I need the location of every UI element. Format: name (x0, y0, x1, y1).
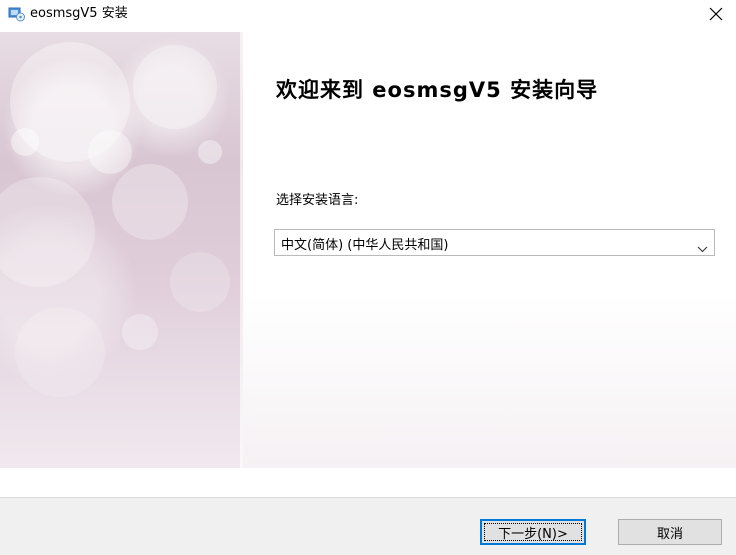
next-button[interactable]: 下一步(N)> (480, 519, 586, 545)
installer-window: eosmsgV5 安装 欢迎来到 eosmsgV5 安装向导 选择安装语言: 中… (0, 0, 736, 555)
page-title: 欢迎来到 eosmsgV5 安装向导 (276, 78, 599, 102)
close-icon (709, 6, 723, 25)
window-title: eosmsgV5 安装 (30, 6, 128, 21)
title-bar: eosmsgV5 安装 (0, 0, 736, 32)
button-bar: 下一步(N)> 取消 (0, 497, 736, 555)
cancel-button[interactable]: 取消 (618, 519, 722, 545)
cancel-button-label: 取消 (656, 526, 683, 542)
welcome-content: 欢迎来到 eosmsgV5 安装向导 选择安装语言: 中文(简体) (中华人民共… (243, 32, 736, 468)
next-button-label: 下一步(N)> (498, 526, 568, 542)
language-label: 选择安装语言: (276, 193, 359, 208)
close-button[interactable] (696, 0, 736, 30)
language-select[interactable]: 中文(简体) (中华人民共和国) (274, 229, 715, 256)
side-banner-image (0, 32, 243, 468)
chevron-down-icon (697, 238, 708, 257)
installer-icon (8, 6, 26, 22)
language-select-value: 中文(简体) (中华人民共和国) (281, 238, 449, 253)
